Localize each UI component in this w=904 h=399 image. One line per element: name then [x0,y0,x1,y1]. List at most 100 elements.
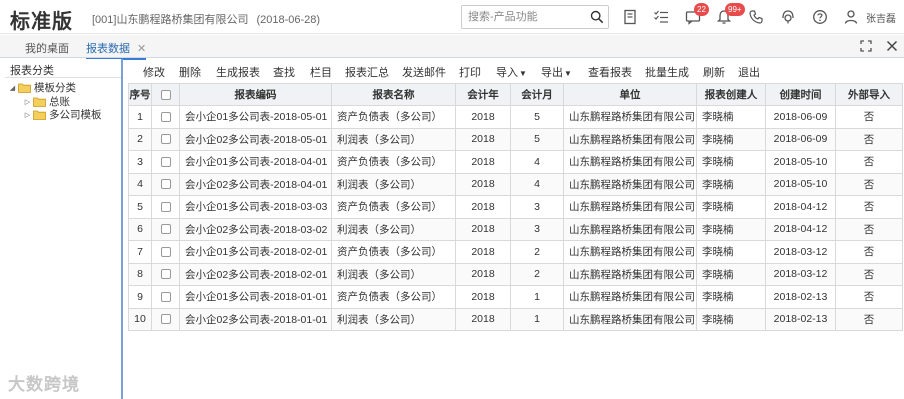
send-email-button[interactable]: 发送邮件 [402,64,446,80]
table-row[interactable]: 6 会小企02多公司表-2018-03-02 利润表（多公司） 2018 3 山东鹏程路桥… [128,217,903,241]
columns-button[interactable]: 栏目 [310,64,332,80]
document-icon[interactable] [620,7,640,27]
cell-select[interactable] [151,262,180,286]
cell-select[interactable] [151,127,180,151]
col-header-name[interactable]: 报表名称 [331,83,456,106]
export-label: 导出 [541,67,563,79]
collapse-arrow-icon[interactable]: ▷ [23,111,32,119]
table-row[interactable]: 1 会小企01多公司表-2018-05-01 资产负债表（多公司） 2018 5 山东鹏程… [128,105,903,129]
report-summary-button[interactable]: 报表汇总 [345,64,389,80]
generate-report-button[interactable]: 生成报表 [216,64,260,80]
watermark-logo: 大数跨境 [8,375,80,394]
tab-desktop[interactable]: 我的桌面 [25,40,69,56]
col-header-creator[interactable]: 报表创建人 [696,83,766,106]
cell-select[interactable] [151,285,180,309]
col-header-year[interactable]: 会计年 [455,83,511,106]
cell-code: 会小企02多公司表-2018-04-01 [179,172,332,196]
cell-index: 10 [128,307,152,331]
checklist-icon[interactable] [651,7,671,27]
tab-close-icon[interactable]: ✕ [137,43,146,55]
tab-report-data[interactable]: 报表数据 ✕ [86,40,147,60]
collapse-arrow-icon[interactable]: ▷ [23,98,32,106]
cell-unit: 山东鹏程路桥集团有限公司 [563,307,697,331]
row-checkbox[interactable] [160,201,171,212]
cell-index: 1 [128,105,152,129]
cell-select[interactable] [151,172,180,196]
expand-arrow-icon[interactable]: ◢ [8,84,17,92]
report-table: 序号 报表编码 报表名称 会计年 会计月 单位 报表创建人 创建时间 外部导入 … [128,83,903,331]
view-report-button[interactable]: 查看报表 [588,64,632,80]
username[interactable]: 张吉磊 [866,10,896,25]
table-row[interactable]: 4 会小企02多公司表-2018-04-01 利润表（多公司） 2018 4 山东鹏程路桥… [128,172,903,196]
batch-generate-button[interactable]: 批量生成 [645,64,689,80]
table-row[interactable]: 9 会小企01多公司表-2018-01-01 资产负债表（多公司） 2018 1 山东鹏程… [128,285,903,309]
col-header-unit[interactable]: 单位 [563,83,697,106]
export-button[interactable]: 导出▼ [541,64,572,80]
tree-node-root[interactable]: ◢ 模板分类 [8,80,76,95]
search-icon[interactable] [590,10,604,24]
table-row[interactable]: 2 会小企02多公司表-2018-05-01 利润表（多公司） 2018 5 山东鹏程路桥… [128,127,903,151]
table-row[interactable]: 3 会小企01多公司表-2018-04-01 资产负债表（多公司） 2018 4 山东鹏程… [128,150,903,174]
maximize-icon[interactable] [859,39,873,53]
cell-select[interactable] [151,240,180,264]
edit-button[interactable]: 修改 [143,64,165,80]
refresh-button[interactable]: 刷新 [703,64,725,80]
search-box[interactable] [461,5,609,29]
row-checkbox[interactable] [160,111,171,122]
phone-icon[interactable] [746,7,766,27]
col-header-index[interactable]: 序号 [128,83,152,106]
cell-select[interactable] [151,105,180,129]
row-checkbox[interactable] [160,314,171,325]
help-icon[interactable] [810,7,830,27]
cell-select[interactable] [151,150,180,174]
cell-external-import: 否 [835,217,903,241]
table-row[interactable]: 5 会小企01多公司表-2018-03-03 资产负债表（多公司） 2018 3 山东鹏程… [128,195,903,219]
cell-external-import: 否 [835,150,903,174]
cell-month: 2 [510,262,564,286]
table-row[interactable]: 7 会小企01多公司表-2018-02-01 资产负债表（多公司） 2018 2 山东鹏程… [128,240,903,264]
notifications-badge: 99+ [725,3,745,16]
cell-select[interactable] [151,307,180,331]
find-button[interactable]: 查找 [273,64,295,80]
cell-year: 2018 [455,285,511,309]
select-all-checkbox[interactable] [160,89,171,100]
row-checkbox[interactable] [160,134,171,145]
row-checkbox[interactable] [160,246,171,257]
table-row[interactable]: 8 会小企02多公司表-2018-02-01 利润表（多公司） 2018 2 山东鹏程路桥… [128,262,903,286]
cell-created-time: 2018-04-12 [765,217,836,241]
col-header-select[interactable] [151,83,180,106]
bell-icon[interactable]: 99+ [714,3,745,27]
tree-node-label: 模板分类 [34,82,76,94]
col-header-code[interactable]: 报表编码 [179,83,332,106]
message-icon[interactable]: 22 [683,3,709,27]
cell-created-time: 2018-02-13 [765,307,836,331]
cell-select[interactable] [151,217,180,241]
tree-node-multi-company[interactable]: ▷ 多公司模板 [23,107,102,122]
row-checkbox[interactable] [160,156,171,167]
close-icon[interactable] [885,39,899,53]
col-header-created-time[interactable]: 创建时间 [765,83,836,106]
user-icon[interactable] [841,7,861,27]
delete-button[interactable]: 删除 [179,64,201,80]
search-input[interactable] [468,9,586,25]
cell-code: 会小企02多公司表-2018-05-01 [179,127,332,151]
cell-select[interactable] [151,195,180,219]
col-header-external-import[interactable]: 外部导入 [835,83,903,106]
table-row[interactable]: 10 会小企02多公司表-2018-01-01 利润表（多公司） 2018 1 山东鹏程路… [128,307,903,331]
import-button[interactable]: 导入▼ [496,64,527,80]
row-checkbox[interactable] [160,224,171,235]
cell-year: 2018 [455,150,511,174]
company-info: [001]山东鹏程路桥集团有限公司 (2018-06-28) [92,11,320,27]
row-checkbox[interactable] [160,291,171,302]
col-header-month[interactable]: 会计月 [510,83,564,106]
cell-created-time: 2018-05-10 [765,172,836,196]
row-checkbox[interactable] [160,179,171,190]
cell-year: 2018 [455,217,511,241]
cell-year: 2018 [455,307,511,331]
row-checkbox[interactable] [160,269,171,280]
exit-button[interactable]: 退出 [738,64,760,80]
cell-month: 1 [510,285,564,309]
print-button[interactable]: 打印 [459,64,481,80]
cell-month: 1 [510,307,564,331]
service-icon[interactable] [778,7,798,27]
